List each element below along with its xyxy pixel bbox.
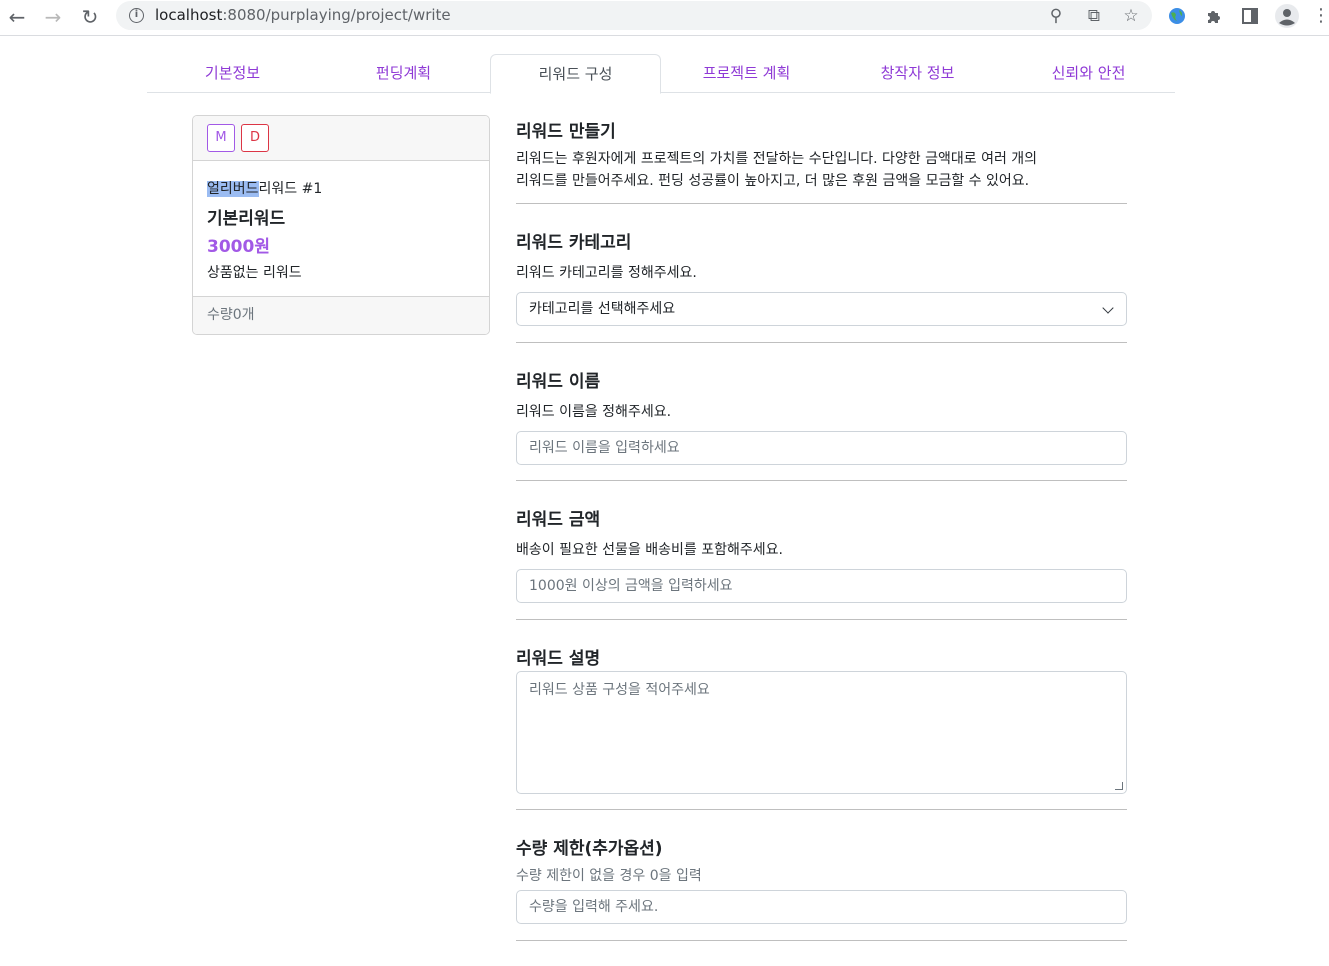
section-subtitle: 배송이 필요한 선물을 배송비를 포함해주세요. [516, 542, 783, 558]
reward-order-highlight: 얼리버드 [207, 181, 259, 197]
divider [516, 940, 1127, 941]
reward-description-textarea[interactable]: 리워드 상품 구성을 적어주세요 [516, 671, 1127, 794]
forward-arrow-icon[interactable]: → [39, 4, 67, 32]
profile-avatar-icon[interactable] [1275, 4, 1299, 28]
divider [516, 203, 1127, 204]
reward-card-body: 얼리버드리워드 #1 기본리워드 3000원 상품없는 리워드 [193, 161, 489, 297]
menu-kebab-icon[interactable]: ⋮ [1312, 4, 1329, 28]
project-write-tabs: 기본정보 펀딩계획 리워드 구성 프로젝트 계획 창작자 정보 신뢰와 안전 [147, 54, 1175, 94]
url-path: :8080/purplaying/project/write [222, 6, 451, 24]
extension-globe-icon[interactable] [1165, 4, 1189, 28]
reward-name-input[interactable]: 리워드 이름을 입력하세요 [516, 431, 1127, 465]
reward-name: 기본리워드 [207, 209, 286, 229]
section-reward-description: 리워드 설명 [516, 644, 1127, 669]
tab-project-plan[interactable]: 프로젝트 계획 [661, 54, 832, 93]
section-subtitle: 리워드 카테고리를 정해주세요. [516, 265, 697, 281]
section-title: 수량 제한(추가옵션) [516, 839, 663, 859]
url-host: localhost [155, 6, 223, 24]
delete-button[interactable]: D [241, 124, 269, 152]
section-title: 리워드 설명 [516, 649, 601, 669]
section-subtitle: 리워드 이름을 정해주세요. [516, 404, 672, 420]
section-reward-price: 리워드 금액 배송이 필요한 선물을 배송비를 포함해주세요. [516, 505, 1127, 561]
description-line-1: 리워드는 후원자에게 프로젝트의 가치를 전달하는 수단입니다. 다양한 금액대… [516, 151, 1038, 167]
tab-creator-info[interactable]: 창작자 정보 [832, 54, 1003, 93]
reload-icon[interactable]: ↻ [76, 4, 104, 32]
divider [516, 480, 1127, 481]
site-info-icon[interactable]: i [129, 8, 144, 23]
textarea-placeholder: 리워드 상품 구성을 적어주세요 [529, 682, 710, 698]
section-quantity-limit: 수량 제한(추가옵션) 수량 제한이 없을 경우 0을 입력 [516, 834, 1127, 887]
section-title: 리워드 카테고리 [516, 233, 632, 253]
reward-price: 3000원 [207, 237, 270, 257]
reward-price-input[interactable]: 1000원 이상의 금액을 입력하세요 [516, 569, 1127, 603]
divider [516, 342, 1127, 343]
quantity-input[interactable]: 수량을 입력해 주세요. [516, 890, 1127, 924]
reward-order: 얼리버드리워드 #1 [207, 178, 322, 198]
section-title: 리워드 이름 [516, 372, 601, 392]
category-selected-value: 카테고리를 선택해주세요 [529, 301, 676, 317]
reward-quantity: 수량0개 [193, 296, 489, 334]
side-panel-icon[interactable] [1238, 4, 1262, 28]
reward-card: M D 얼리버드리워드 #1 기본리워드 3000원 상품없는 리워드 수량0개 [192, 115, 490, 335]
divider [516, 809, 1127, 810]
share-icon[interactable]: ⧉ [1083, 5, 1105, 27]
reward-description: 상품없는 리워드 [207, 265, 302, 281]
resize-handle-icon[interactable] [1115, 782, 1123, 790]
tab-trust-safety[interactable]: 신뢰와 안전 [1003, 54, 1174, 93]
section-title: 리워드 금액 [516, 510, 601, 530]
address-bar[interactable]: i localhost:8080/purplaying/project/writ… [116, 1, 1152, 30]
tab-reward[interactable]: 리워드 구성 [490, 54, 661, 94]
modify-button[interactable]: M [207, 124, 235, 152]
category-select[interactable]: 카테고리를 선택해주세요 [516, 292, 1127, 326]
url-text[interactable]: localhost:8080/purplaying/project/write [155, 6, 451, 24]
zoom-icon[interactable]: ⚲ [1045, 5, 1067, 27]
section-make-reward: 리워드 만들기 리워드는 후원자에게 프로젝트의 가치를 전달하는 수단입니다.… [516, 117, 1127, 192]
description-line-2: 리워드를 만들어주세요. 펀딩 성공률이 높아지고, 더 많은 후원 금액을 모… [516, 173, 1030, 189]
reward-order-number: 리워드 #1 [258, 181, 323, 197]
chevron-down-icon [1102, 302, 1114, 314]
reward-card-header: M D [193, 116, 489, 161]
tab-funding-plan[interactable]: 펀딩계획 [318, 54, 489, 93]
browser-toolbar: ← → ↻ i localhost:8080/purplaying/projec… [0, 0, 1329, 36]
section-description: 리워드는 후원자에게 프로젝트의 가치를 전달하는 수단입니다. 다양한 금액대… [516, 148, 1127, 192]
extensions-puzzle-icon[interactable] [1202, 4, 1226, 28]
section-title: 리워드 만들기 [516, 122, 616, 142]
tab-basic-info[interactable]: 기본정보 [147, 54, 318, 93]
divider [516, 619, 1127, 620]
section-subtitle: 수량 제한이 없을 경우 0을 입력 [516, 868, 702, 884]
section-reward-name: 리워드 이름 리워드 이름을 정해주세요. [516, 367, 1127, 423]
back-arrow-icon[interactable]: ← [3, 4, 31, 32]
bookmark-star-icon[interactable]: ☆ [1120, 5, 1142, 27]
section-category: 리워드 카테고리 리워드 카테고리를 정해주세요. [516, 228, 1127, 284]
